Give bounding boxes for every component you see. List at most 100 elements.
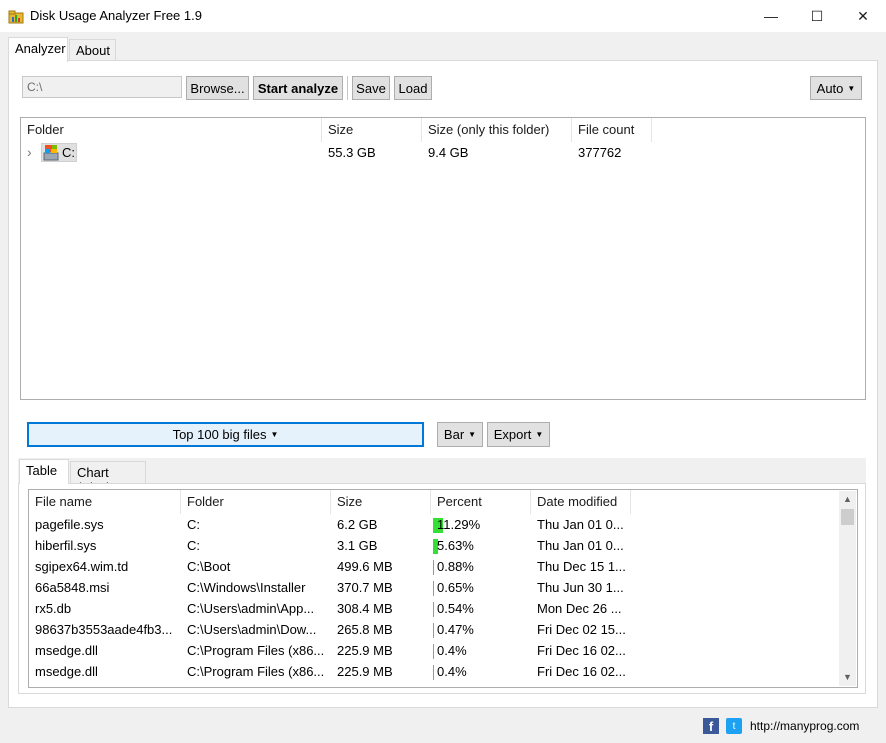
tab-label: Analyzer <box>15 41 66 56</box>
close-icon: ✕ <box>857 7 869 24</box>
chevron-down-icon: ▼ <box>847 83 856 93</box>
chart-type-dropdown[interactable]: Bar ▼ <box>437 422 483 447</box>
cell-size: 499.6 MB <box>337 559 393 574</box>
table-row[interactable]: pagefile.sys C: 6.2 GB 11.29% Thu Jan 01 0..… <box>29 515 839 536</box>
cell-size: 308.4 MB <box>337 601 393 616</box>
col-date-modified[interactable]: Date modified <box>531 490 631 514</box>
tab-analyzer[interactable]: Analyzer <box>8 37 68 62</box>
cell-size: 225.9 MB <box>337 664 393 679</box>
table-row[interactable]: 66a5848.msi C:\Windows\Installer 370.7 MB 0… <box>29 578 839 599</box>
col-size-only[interactable]: Size (only this folder) <box>422 118 572 142</box>
chevron-down-icon: ▼ <box>535 430 544 439</box>
percent-text: 0.54% <box>437 601 474 616</box>
scroll-thumb[interactable] <box>841 509 854 525</box>
col-folder[interactable]: Folder <box>21 118 322 142</box>
chevron-down-icon: ▼ <box>270 430 279 439</box>
col-size[interactable]: Size <box>322 118 422 142</box>
cell-percent: 11.29% <box>431 515 531 536</box>
browse-button[interactable]: Browse... <box>186 76 249 100</box>
cell-date-modified: Fri Dec 16 02... <box>537 643 626 658</box>
table-row[interactable]: rx5.db C:\Users\admin\App... 308.4 MB 0.54%… <box>29 599 839 620</box>
save-button[interactable]: Save <box>352 76 390 100</box>
tree-row[interactable]: › C: 55.3 GB 9.4 GB 377762 <box>21 142 861 164</box>
percent-text: 0.47% <box>437 622 474 637</box>
cell-size: 225.9 MB <box>337 643 393 658</box>
table-row[interactable]: msedge.dll C:\Program Files (x86... 225.9 … <box>29 641 839 662</box>
table-row[interactable]: hiberfil.sys C: 3.1 GB 5.63% Thu Jan 01 0... <box>29 536 839 557</box>
toolbar-divider <box>347 76 348 100</box>
cell-folder: C:\Program Files (x86... <box>187 664 325 679</box>
facebook-icon[interactable]: f <box>703 718 719 734</box>
cell-date-modified: Thu Dec 15 1... <box>537 559 626 574</box>
col-folder[interactable]: Folder <box>181 490 331 514</box>
cell-date-modified: Mon Dec 26 ... <box>537 601 622 616</box>
website-link[interactable]: http://manyprog.com <box>750 719 859 733</box>
auto-label: Auto <box>816 80 844 96</box>
percent-text: 0.65% <box>437 580 474 595</box>
start-analyze-button[interactable]: Start analyze <box>253 76 343 100</box>
cell-size: 6.2 GB <box>337 517 378 532</box>
cell-file-name: rx5.db <box>35 601 72 616</box>
percent-text: 11.29% <box>437 517 481 532</box>
cell-date-modified: Thu Jan 01 0... <box>537 538 624 553</box>
cell-folder: C: <box>187 538 200 553</box>
cell-percent: 0.54% <box>431 599 531 620</box>
files-table[interactable]: File name Folder Size Percent Date modif… <box>28 489 858 688</box>
cell-date-modified: Fri Dec 02 15... <box>537 622 626 637</box>
percent-bar <box>433 602 434 617</box>
view-mode-dropdown[interactable]: Top 100 big files ▼ <box>27 422 424 447</box>
cell-folder: C:\Boot <box>187 559 231 574</box>
percent-bar <box>433 623 434 638</box>
expand-chevron-icon[interactable]: › <box>27 144 32 160</box>
percent-text: 0.4% <box>437 664 467 679</box>
cell-file-name: sgipex64.wim.td <box>35 559 129 574</box>
tab-about[interactable]: About <box>69 39 116 61</box>
cell-percent: 0.65% <box>431 578 531 599</box>
table-row[interactable]: 98637b3553aade4fb3... C:\Users\admin\Dow.… <box>29 620 839 641</box>
view-mode-label: Top 100 big files <box>172 427 267 442</box>
files-scrollbar[interactable]: ▲ ▼ <box>839 491 856 686</box>
cell-percent: 0.4% <box>431 662 531 683</box>
tree-size-only: 9.4 GB <box>428 145 469 160</box>
auto-dropdown[interactable]: Auto ▼ <box>810 76 862 100</box>
close-button[interactable]: ✕ <box>840 0 886 32</box>
cell-folder: C:\Users\admin\Dow... <box>187 622 317 637</box>
folder-chart-icon <box>8 10 24 24</box>
cell-folder: C:\Program Files (x86... <box>187 643 325 658</box>
path-input[interactable]: C:\ <box>22 76 182 98</box>
col-percent[interactable]: Percent <box>431 490 531 514</box>
cell-file-name: hiberfil.sys <box>35 538 97 553</box>
percent-text: 5.63% <box>437 538 474 553</box>
tab-table[interactable]: Table <box>19 459 69 484</box>
twitter-icon[interactable]: t <box>726 718 742 734</box>
col-file-name[interactable]: File name <box>29 490 181 514</box>
tab-chart-size[interactable]: Chart (Size) <box>70 461 146 495</box>
scroll-up-arrow-icon[interactable]: ▲ <box>839 491 856 508</box>
drive-icon <box>43 145 59 161</box>
percent-bar <box>433 581 434 596</box>
folder-tree[interactable]: Folder Size Size (only this folder) File… <box>20 117 866 400</box>
col-file-count[interactable]: File count <box>572 118 652 142</box>
twitter-glyph: t <box>732 720 736 732</box>
export-dropdown[interactable]: Export ▼ <box>487 422 550 447</box>
table-row[interactable]: sgipex64.wim.td C:\Boot 499.6 MB 0.88% Thu D… <box>29 557 839 578</box>
scroll-down-arrow-icon[interactable]: ▼ <box>839 669 856 686</box>
cell-file-name: 98637b3553aade4fb3... <box>35 622 173 637</box>
cell-file-name: pagefile.sys <box>35 517 104 532</box>
cell-date-modified: Thu Jan 01 0... <box>537 517 624 532</box>
load-button[interactable]: Load <box>394 76 432 100</box>
tree-folder-name: C: <box>62 145 75 160</box>
chevron-down-icon: ▼ <box>468 430 477 439</box>
maximize-button[interactable]: ☐ <box>794 0 840 32</box>
export-label: Export <box>493 427 532 442</box>
load-label: Load <box>398 80 428 96</box>
cell-size: 265.8 MB <box>337 622 393 637</box>
col-size[interactable]: Size <box>331 490 431 514</box>
tab-label: Table <box>26 463 58 478</box>
cell-folder: C:\Windows\Installer <box>187 580 306 595</box>
cell-file-name: msedge.dll <box>35 643 98 658</box>
table-row[interactable]: msedge.dll C:\Program Files (x86... 225.9 … <box>29 662 839 683</box>
cell-date-modified: Fri Dec 16 02... <box>537 664 626 679</box>
minimize-button[interactable]: — <box>748 0 794 32</box>
window-title: Disk Usage Analyzer Free 1.9 <box>30 8 202 23</box>
